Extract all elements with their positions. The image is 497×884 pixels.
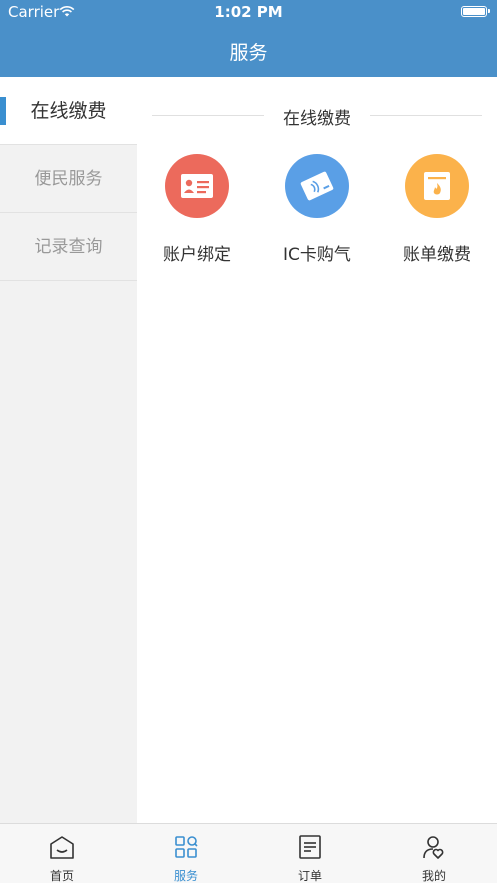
service-bill-payment[interactable]: 账单缴费 [377, 154, 497, 265]
clock: 1:02 PM [214, 3, 283, 21]
order-list-icon [299, 835, 321, 859]
sidebar-item-label: 在线缴费 [30, 100, 107, 122]
tab-profile[interactable]: 我的 [372, 824, 496, 884]
service-account-binding[interactable]: 账户绑定 [137, 154, 257, 265]
sidebar: 在线缴费 便民服务 记录查询 [0, 77, 137, 823]
gas-bill-icon [405, 154, 469, 218]
sidebar-item-online-payment[interactable]: 在线缴费 [0, 77, 137, 145]
top-header: Carrier 1:02 PM 服务 [0, 0, 497, 77]
section-header: 在线缴费 [152, 103, 482, 129]
tab-home[interactable]: 首页 [0, 824, 124, 884]
tab-services[interactable]: 服务 [124, 824, 248, 884]
main-content: 在线缴费 账户绑定 IC卡购气 账单缴费 [137, 77, 497, 823]
sidebar-item-label: 记录查询 [34, 237, 103, 257]
status-bar: Carrier 1:02 PM [0, 0, 497, 26]
section-title: 在线缴费 [283, 109, 351, 129]
service-label: 账户绑定 [163, 245, 231, 265]
service-label: IC卡购气 [283, 245, 351, 265]
home-icon [50, 836, 74, 859]
page-title: 服务 [229, 42, 268, 64]
sidebar-item-label: 便民服务 [34, 169, 103, 189]
service-label: 账单缴费 [403, 245, 471, 265]
sidebar-item-convenience-services[interactable]: 便民服务 [0, 145, 137, 213]
services-grid-icon [175, 836, 198, 858]
sidebar-item-record-query[interactable]: 记录查询 [0, 213, 137, 281]
service-ic-card-purchase[interactable]: IC卡购气 [257, 154, 377, 265]
tab-orders[interactable]: 订单 [248, 824, 372, 884]
tab-bar: 首页 服务 订单 我的 [0, 823, 497, 883]
tab-label: 服务 [173, 869, 198, 883]
ic-card-icon [285, 154, 349, 218]
id-card-icon [165, 154, 229, 218]
tab-label: 我的 [421, 869, 446, 883]
tab-label: 订单 [297, 869, 322, 883]
profile-icon [423, 836, 444, 859]
tab-label: 首页 [49, 869, 74, 883]
battery-icon [461, 6, 490, 17]
